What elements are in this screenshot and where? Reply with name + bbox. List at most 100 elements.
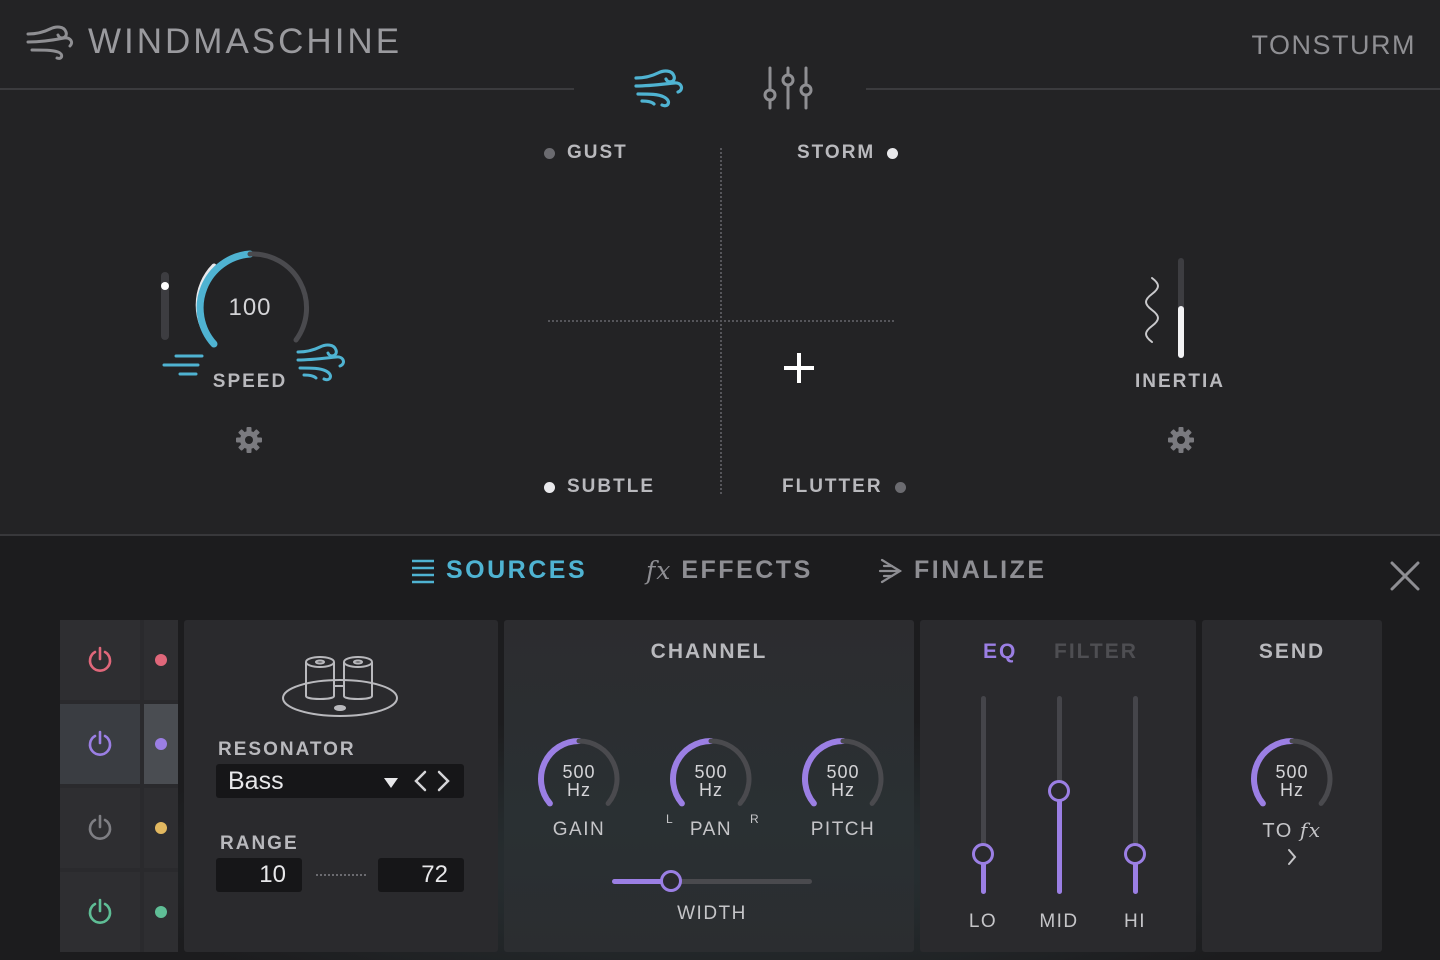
power-icon [88, 646, 112, 672]
send-to-target: fx [1299, 818, 1322, 842]
previous-preset-icon[interactable] [413, 770, 427, 797]
inertia-settings-gear-icon[interactable] [1166, 425, 1196, 460]
slot-power-button[interactable] [60, 704, 140, 784]
fx-icon: fx [646, 556, 672, 585]
knob-value-unit: Hz [699, 780, 723, 800]
tab-effects-label: EFFECTS [681, 556, 813, 584]
send-title: SEND [1258, 640, 1326, 663]
speed-settings-gear-icon[interactable] [234, 425, 264, 460]
slot-color-dot [155, 738, 167, 750]
corner-label-storm: STORM [797, 142, 876, 163]
power-icon [88, 730, 112, 756]
tab-finalize-label: FINALIZE [914, 556, 1047, 584]
header-divider-right [866, 88, 1440, 90]
range-max-field[interactable]: 72 [378, 858, 464, 892]
power-icon [88, 814, 112, 840]
send-next-chevron-icon[interactable] [1286, 848, 1298, 871]
header-divider-left [0, 88, 574, 90]
send-knob-value: 500 Hz [1252, 763, 1332, 799]
xy-pad-cursor-icon[interactable] [783, 352, 815, 389]
corner-subtle[interactable]: SUBTLE [544, 476, 655, 498]
tab-effects[interactable]: fx EFFECTS [646, 556, 813, 585]
eq-band-label: MID [1039, 911, 1079, 932]
wind-logo-icon [24, 20, 76, 69]
pan-right-label: R [750, 812, 759, 826]
corner-dot [544, 481, 555, 493]
close-icon[interactable] [1390, 561, 1420, 596]
corner-label-flutter: FLUTTER [782, 476, 883, 497]
eq-slider-fill [1057, 791, 1062, 894]
resonator-selected-value: Bass [228, 766, 284, 795]
slot-select[interactable] [144, 620, 178, 700]
xy-pad-horizontal-axis [548, 320, 894, 322]
corner-label-subtle: SUBTLE [567, 476, 655, 497]
tab-eq[interactable]: EQ [983, 640, 1017, 664]
send-to-prefix: TO [1262, 820, 1293, 842]
inertia-wave-icon [1144, 276, 1166, 351]
slot-color-dot [155, 822, 167, 834]
eq-slider-handle[interactable] [1048, 780, 1070, 802]
slot-power-button[interactable] [60, 620, 140, 700]
knob-value-unit: Hz [567, 780, 591, 800]
knob-value: 500 Hz [671, 763, 751, 799]
dropdown-arrow-icon[interactable] [383, 776, 399, 794]
list-icon [412, 559, 434, 583]
inertia-label: INERTIA [1135, 371, 1225, 392]
mixer-view-tab-icon[interactable] [758, 64, 818, 117]
range-max-value: 72 [421, 861, 448, 888]
eq-slider-handle[interactable] [972, 843, 994, 865]
range-separator [316, 874, 366, 876]
power-icon [88, 898, 112, 924]
slow-wind-icon [162, 352, 208, 383]
resonator-label: RESONATOR [218, 739, 356, 760]
slot-power-button[interactable] [60, 872, 140, 952]
corner-storm[interactable]: STORM [797, 142, 899, 164]
eq-band-label: HI [1124, 911, 1146, 932]
slot-select[interactable] [144, 872, 178, 952]
slot-color-dot [155, 654, 167, 666]
knob-label: PITCH [810, 819, 876, 840]
range-min-field[interactable]: 10 [216, 858, 302, 892]
knob-value-number: 500 [694, 762, 728, 782]
range-min-value: 10 [259, 861, 286, 888]
next-preset-icon[interactable] [437, 770, 451, 797]
tab-sources-label: SOURCES [446, 556, 588, 584]
send-target-label[interactable]: TO fx [1232, 818, 1352, 843]
channel-title: CHANNEL [650, 640, 768, 663]
width-slider-handle[interactable] [660, 870, 682, 892]
app-title: WINDMASCHINE [88, 22, 403, 61]
speed-mini-slider-handle[interactable] [161, 282, 169, 290]
corner-dot [894, 481, 906, 493]
inertia-slider-fill [1178, 306, 1184, 358]
corner-dot [544, 147, 555, 159]
knob-label: PAN [689, 819, 733, 840]
corner-gust[interactable]: GUST [544, 142, 628, 164]
slot-power-button[interactable] [60, 788, 140, 868]
knob-value-unit: Hz [831, 780, 855, 800]
knob-value-unit: Hz [1280, 780, 1304, 800]
range-label: RANGE [220, 833, 299, 854]
knob-value-number: 500 [1275, 762, 1309, 782]
tab-finalize[interactable]: FINALIZE [878, 556, 1047, 585]
pan-left-label: L [666, 812, 673, 826]
corner-flutter[interactable]: FLUTTER [782, 476, 906, 498]
width-label: WIDTH [677, 903, 747, 924]
tab-filter[interactable]: FILTER [1054, 640, 1138, 664]
tab-sources[interactable]: SOURCES [410, 556, 587, 585]
knob-value-number: 500 [826, 762, 860, 782]
knob-value-number: 500 [562, 762, 596, 782]
knob-value: 500 Hz [803, 763, 883, 799]
slot-color-dot [155, 906, 167, 918]
corner-dot [887, 147, 899, 159]
eq-band-label: LO [968, 911, 998, 932]
fast-wind-icon [294, 340, 348, 391]
slot-select[interactable] [144, 704, 178, 784]
wind-view-tab-icon[interactable] [632, 66, 688, 115]
brand-name: TONSTURM [1251, 30, 1416, 60]
eq-slider-handle[interactable] [1124, 843, 1146, 865]
knob-value: 500 Hz [539, 763, 619, 799]
slot-select[interactable] [144, 788, 178, 868]
resonator-instrument-icon [280, 652, 400, 725]
knob-label: GAIN [552, 819, 606, 840]
finalize-icon [878, 558, 903, 583]
